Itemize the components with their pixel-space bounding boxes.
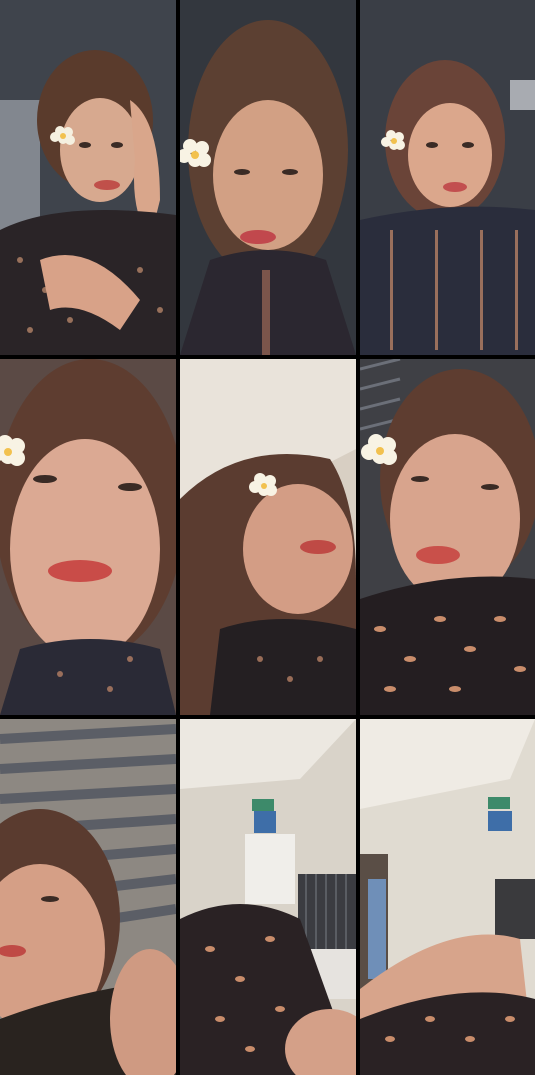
photo-tile-4[interactable] [0, 359, 176, 715]
selfie-image [0, 359, 176, 715]
room-image [180, 719, 356, 1075]
photo-tile-3[interactable] [360, 0, 535, 355]
flower-icon [180, 139, 211, 167]
photo-tile-8[interactable] [180, 719, 356, 1075]
selfie-image [180, 359, 356, 715]
room-image [360, 719, 535, 1075]
photo-tile-5[interactable] [180, 359, 356, 715]
photo-grid [0, 0, 535, 1075]
photo-tile-9[interactable] [360, 719, 535, 1075]
selfie-image [0, 719, 176, 1075]
selfie-image [180, 0, 356, 355]
selfie-image [360, 359, 535, 715]
photo-tile-1[interactable] [0, 0, 176, 355]
photo-tile-2[interactable] [180, 0, 356, 355]
selfie-image [0, 0, 176, 355]
selfie-image [360, 0, 535, 355]
flower-icon [0, 435, 25, 466]
photo-tile-6[interactable] [360, 359, 535, 715]
photo-tile-7[interactable] [0, 719, 176, 1075]
